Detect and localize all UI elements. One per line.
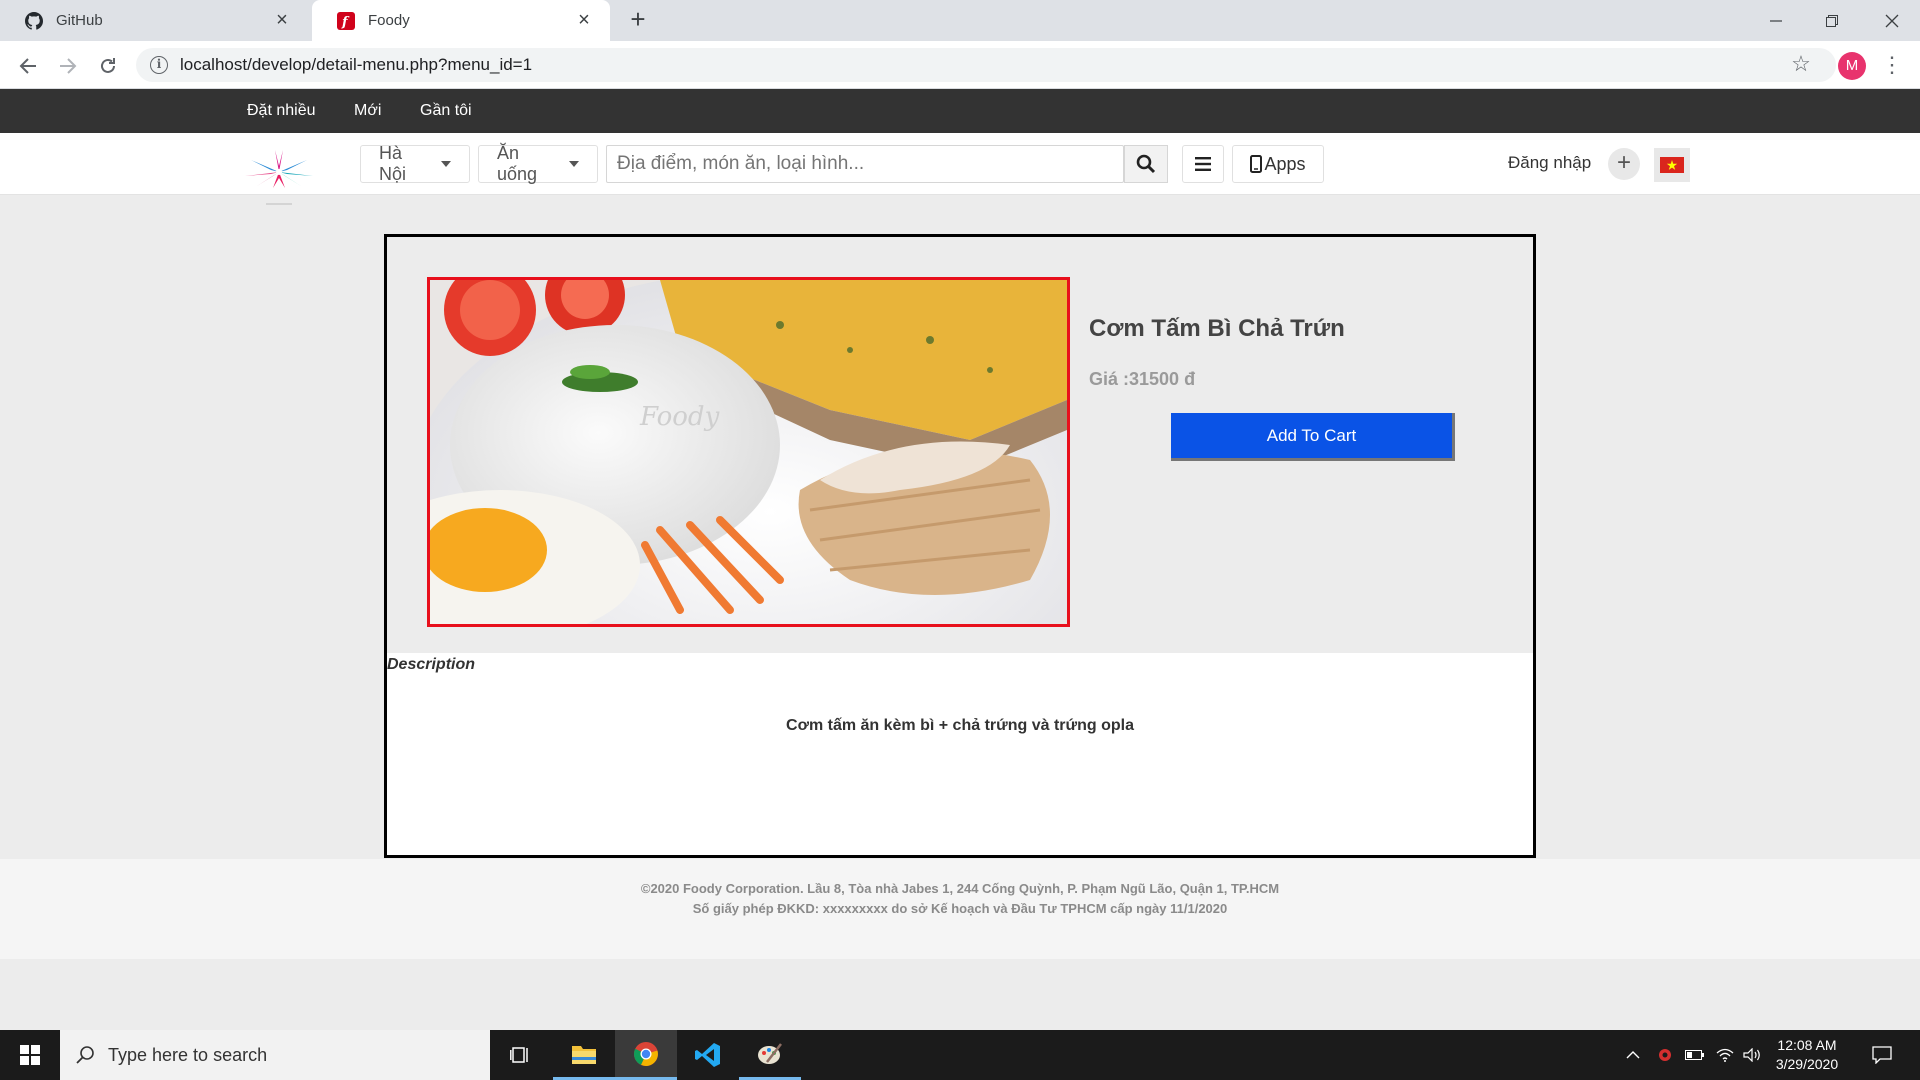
login-link[interactable]: Đăng nhập [1508, 153, 1591, 173]
chevron-down-icon [569, 161, 579, 167]
windows-taskbar: Type here to search 12:08 AM 3/29/2020 [0, 1030, 1920, 1080]
hamburger-icon [1195, 157, 1211, 171]
close-window-icon[interactable] [1864, 0, 1920, 41]
product-price: Giá :31500 đ [1089, 369, 1196, 389]
windows-start-button[interactable] [0, 1030, 60, 1080]
footer-address: ©2020 Foody Corporation. Lầu 8, Tòa nhà … [640, 881, 1280, 896]
close-tab-icon[interactable]: × [574, 10, 594, 31]
new-tab-button[interactable]: + [624, 6, 652, 34]
product-name: Cơm Tấm Bì Chả Trứn [1089, 315, 1345, 342]
nav-link-new[interactable]: Mới [354, 89, 381, 133]
tab-github[interactable]: GitHub × [0, 0, 308, 41]
github-icon [24, 11, 44, 31]
vietnam-flag-icon [1660, 157, 1684, 173]
product-summary: Foody Cơm Tấm Bì Chả Trứn Giá :31500 đ A… [387, 237, 1533, 653]
url-field[interactable]: i localhost/develop/detail-menu.php?menu… [136, 48, 1836, 82]
address-bar-row: i localhost/develop/detail-menu.php?menu… [0, 41, 1920, 89]
chrome-icon[interactable] [615, 1030, 677, 1080]
site-footer: ©2020 Foody Corporation. Lầu 8, Tòa nhà … [0, 859, 1920, 959]
city-dropdown[interactable]: Hà Nội [360, 143, 470, 184]
apps-label: Apps [1264, 153, 1306, 174]
nav-link-popular[interactable]: Đặt nhiều [247, 89, 316, 133]
description-text: Cơm tấm ăn kèm bì + chả trứng và trứng o… [786, 717, 1134, 734]
city-dropdown-label: Hà Nội [379, 143, 407, 184]
tab-foody[interactable]: f Foody × [312, 0, 610, 41]
taskbar-clock[interactable]: 12:08 AM 3/29/2020 [1762, 1036, 1852, 1074]
close-tab-icon[interactable]: × [272, 10, 292, 31]
category-dropdown[interactable]: Ăn uống [478, 143, 598, 184]
vscode-icon[interactable] [677, 1030, 739, 1080]
forward-arrow-icon[interactable] [52, 50, 84, 82]
category-dropdown-label: Ăn uống [497, 143, 538, 184]
tab-title: Foody [368, 12, 410, 29]
search-input[interactable] [606, 145, 1124, 183]
site-header: Hà Nội Ăn uống Apps Đăng nhập + [0, 133, 1920, 205]
taskbar-search-placeholder: Type here to search [108, 1044, 268, 1065]
more-menu-icon[interactable]: ⋮ [1880, 50, 1904, 80]
back-arrow-icon[interactable] [12, 50, 44, 82]
info-icon[interactable]: i [150, 56, 168, 74]
search-icon [1136, 154, 1156, 174]
foody-favicon-icon: f [336, 11, 356, 31]
description-heading: Description [387, 656, 476, 673]
battery-icon[interactable] [1680, 1030, 1710, 1080]
add-to-cart-button[interactable]: Add To Cart [1171, 413, 1455, 461]
minimize-icon[interactable] [1748, 0, 1804, 41]
site-logo[interactable] [234, 147, 324, 207]
paint-icon[interactable] [739, 1030, 801, 1080]
restore-icon[interactable] [1804, 0, 1860, 41]
chevron-down-icon [441, 161, 451, 167]
search-button[interactable] [1124, 145, 1168, 183]
task-view-icon[interactable] [490, 1030, 552, 1080]
notification-center-icon[interactable] [1862, 1030, 1902, 1080]
clock-date: 3/29/2020 [1775, 1056, 1839, 1072]
windows-logo-icon [20, 1045, 40, 1065]
clock-time: 12:08 AM [1777, 1037, 1837, 1053]
mobile-phone-icon [1250, 155, 1263, 173]
footer-license: Số giấy phép ĐKKD: xxxxxxxxx do sở Kế ho… [692, 901, 1228, 916]
url-text: localhost/develop/detail-menu.php?menu_i… [180, 55, 533, 74]
product-detail-card: Foody Cơm Tấm Bì Chả Trứn Giá :31500 đ A… [384, 234, 1536, 858]
reload-icon[interactable] [92, 50, 124, 82]
show-hidden-icons-chevron-icon[interactable] [1618, 1030, 1648, 1080]
product-image: Foody [427, 277, 1070, 627]
taskbar-search-box[interactable]: Type here to search [60, 1030, 490, 1080]
browser-tab-strip: GitHub × f Foody × + [0, 0, 1920, 41]
wifi-icon[interactable] [1710, 1030, 1740, 1080]
tray-app-icon[interactable] [1650, 1030, 1680, 1080]
nav-link-nearby[interactable]: Gần tôi [420, 89, 472, 133]
bookmark-star-icon[interactable]: ☆ [1786, 49, 1816, 79]
language-flag-button[interactable] [1654, 148, 1690, 182]
tab-title: GitHub [56, 12, 103, 29]
apps-button[interactable]: Apps [1232, 145, 1324, 183]
file-explorer-icon[interactable] [553, 1030, 615, 1080]
search-icon [76, 1046, 94, 1064]
hamburger-menu-button[interactable] [1182, 145, 1224, 183]
profile-avatar[interactable]: M [1838, 52, 1866, 80]
site-top-nav: Đặt nhiều Mới Gần tôi [0, 89, 1920, 133]
add-button[interactable]: + [1608, 148, 1640, 180]
image-watermark: Foody [639, 402, 720, 432]
